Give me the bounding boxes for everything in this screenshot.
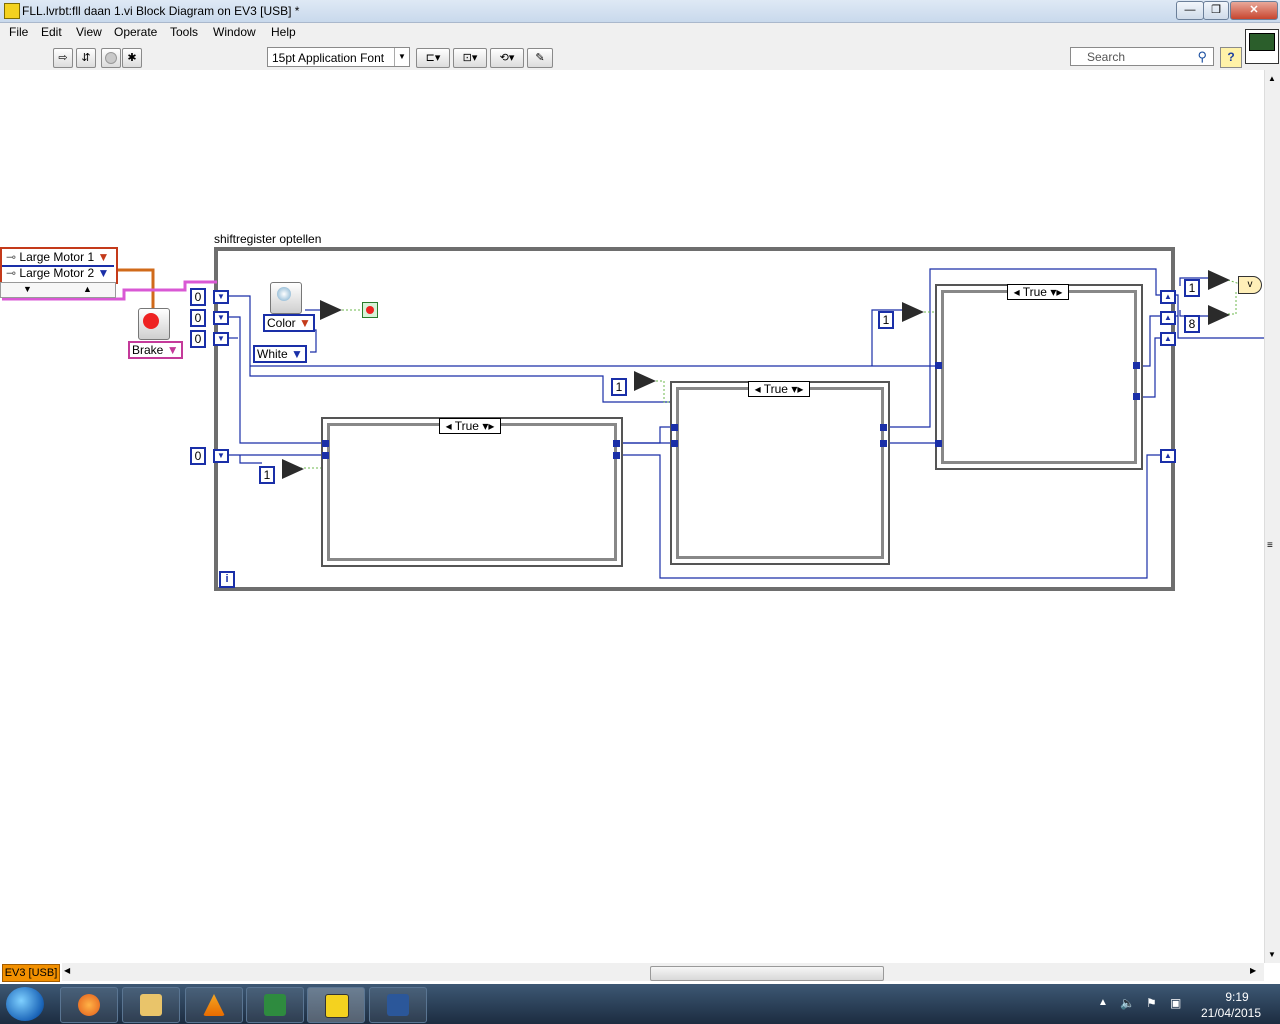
iteration-terminal[interactable]: i bbox=[219, 571, 235, 588]
stop-terminal[interactable] bbox=[362, 302, 378, 318]
equal-compare-1[interactable] bbox=[282, 459, 304, 479]
vertical-scrollbar[interactable]: ▲ ≡ ▼ bbox=[1264, 70, 1280, 963]
const-1-d[interactable]: 1 bbox=[1184, 279, 1200, 297]
shift-init-1[interactable]: 0 bbox=[190, 309, 206, 327]
taskbar-explorer[interactable] bbox=[122, 987, 180, 1023]
tunnel bbox=[880, 440, 887, 447]
case-selector-2[interactable]: ◂ True ▾▸ bbox=[748, 381, 810, 397]
shift-register-left-2[interactable]: ▼ bbox=[213, 311, 229, 325]
const-1-b[interactable]: 1 bbox=[611, 378, 627, 396]
shift-init-2[interactable]: 0 bbox=[190, 330, 206, 348]
case-structure-3[interactable] bbox=[935, 284, 1143, 470]
clock-date[interactable]: 21/04/2015 bbox=[1196, 1006, 1266, 1020]
wires-layer bbox=[2, 247, 1264, 591]
case-selector-3[interactable]: ◂ True ▾▸ bbox=[1007, 284, 1069, 300]
tunnel bbox=[935, 440, 942, 447]
equal-compare-3[interactable] bbox=[902, 302, 924, 322]
tunnel bbox=[880, 424, 887, 431]
taskbar-vlc[interactable] bbox=[185, 987, 243, 1023]
equal-compare-2[interactable] bbox=[634, 371, 656, 391]
const-8[interactable]: 8 bbox=[1184, 315, 1200, 333]
const-1-c[interactable]: 1 bbox=[878, 311, 894, 329]
motor-stop-block[interactable] bbox=[138, 308, 170, 340]
const-1-a[interactable]: 1 bbox=[259, 466, 275, 484]
shift-init-3[interactable]: 0 bbox=[190, 447, 206, 465]
equal-compare-4[interactable] bbox=[1208, 270, 1230, 290]
taskbar-publisher[interactable] bbox=[246, 987, 304, 1023]
execution-target-label: EV3 [USB] bbox=[2, 964, 60, 982]
flag-icon[interactable]: ⚑ bbox=[1146, 996, 1157, 1010]
tunnel bbox=[322, 452, 329, 459]
start-button[interactable] bbox=[6, 987, 44, 1021]
tunnel bbox=[613, 440, 620, 447]
tray-expand-icon[interactable]: ▲ bbox=[1098, 997, 1108, 1008]
shift-register-right-2[interactable]: ▲ bbox=[1160, 311, 1176, 325]
tunnel bbox=[1133, 362, 1140, 369]
loop-label: shiftregister optellen bbox=[214, 232, 322, 246]
brake-ring[interactable]: Brake ▼ bbox=[128, 341, 183, 359]
volume-icon[interactable]: 🔈 bbox=[1120, 996, 1135, 1010]
taskbar-word[interactable] bbox=[369, 987, 427, 1023]
color-sensor-block[interactable] bbox=[270, 282, 302, 314]
shift-register-left-1[interactable]: ▼ bbox=[213, 290, 229, 304]
case-selector-1[interactable]: ◂ True ▾▸ bbox=[439, 418, 501, 434]
case-structure-1[interactable] bbox=[321, 417, 623, 567]
case-structure-2[interactable] bbox=[670, 381, 890, 565]
or-function[interactable]: v bbox=[1238, 276, 1262, 294]
motor-port-2[interactable]: ⊸ Large Motor 2 ▼ bbox=[6, 266, 109, 280]
network-icon[interactable]: ▣ bbox=[1170, 996, 1181, 1010]
tunnel bbox=[671, 440, 678, 447]
horizontal-scroll-thumb[interactable] bbox=[650, 966, 884, 981]
equal-compare[interactable] bbox=[320, 300, 342, 320]
shift-init-0[interactable]: 0 bbox=[190, 288, 206, 306]
shift-register-left-4[interactable]: ▼ bbox=[213, 449, 229, 463]
shift-register-right-3[interactable]: ▲ bbox=[1160, 332, 1176, 346]
equal-compare-5[interactable] bbox=[1208, 305, 1230, 325]
clock-time[interactable]: 9:19 bbox=[1212, 990, 1262, 1004]
color-value-ring[interactable]: White ▼ bbox=[253, 345, 307, 363]
shift-register-right-1[interactable]: ▲ bbox=[1160, 290, 1176, 304]
motor-port-array[interactable]: ⊸ Large Motor 1 ▼ ⊸ Large Motor 2 ▼ bbox=[0, 247, 118, 284]
shift-register-right-4[interactable]: ▲ bbox=[1160, 449, 1176, 463]
color-mode-ring[interactable]: Color ▼ bbox=[263, 314, 315, 332]
taskbar-labview[interactable] bbox=[307, 987, 365, 1023]
tunnel bbox=[613, 452, 620, 459]
tunnel bbox=[322, 440, 329, 447]
tunnel bbox=[935, 362, 942, 369]
motor-port-1[interactable]: ⊸ Large Motor 1 ▼ bbox=[6, 250, 109, 264]
taskbar-firefox[interactable] bbox=[60, 987, 118, 1023]
array-scroll[interactable]: ▼ ▲ bbox=[0, 282, 116, 298]
tunnel bbox=[1133, 393, 1140, 400]
shift-register-left-3[interactable]: ▼ bbox=[213, 332, 229, 346]
tunnel bbox=[671, 424, 678, 431]
